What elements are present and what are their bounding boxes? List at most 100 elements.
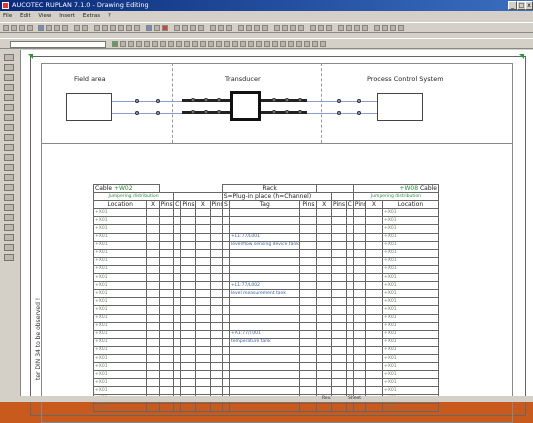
transducer-box[interactable] bbox=[230, 91, 261, 121]
trim-tool-icon[interactable] bbox=[4, 254, 14, 261]
rotate-tool-icon[interactable] bbox=[4, 234, 14, 241]
paste-icon[interactable] bbox=[62, 25, 68, 31]
zoom-icon[interactable] bbox=[38, 25, 44, 31]
draw-text-icon[interactable] bbox=[4, 94, 14, 101]
wire-lower-right[interactable] bbox=[307, 113, 377, 114]
report-icon[interactable] bbox=[310, 25, 316, 31]
cable-tool-icon[interactable] bbox=[200, 41, 206, 47]
draw-rect-icon[interactable] bbox=[4, 74, 14, 81]
table-icon[interactable] bbox=[126, 25, 132, 31]
nav-up-icon[interactable] bbox=[190, 25, 196, 31]
circle-tool-icon[interactable] bbox=[128, 41, 134, 47]
close-button[interactable]: x bbox=[525, 1, 533, 10]
table-row[interactable]: +X01 +L1:77/L001 +X01 bbox=[92, 232, 440, 242]
draw-line-icon[interactable] bbox=[4, 64, 14, 71]
wire-upper-right[interactable] bbox=[307, 101, 377, 102]
grid-icon[interactable] bbox=[94, 25, 100, 31]
polyline-tool-icon[interactable] bbox=[152, 41, 158, 47]
delete-tool-icon[interactable] bbox=[4, 224, 14, 231]
insert-cable-icon[interactable] bbox=[4, 164, 14, 171]
new-icon[interactable] bbox=[3, 25, 9, 31]
ortho-icon[interactable] bbox=[298, 25, 304, 31]
table-row[interactable]: +X01 +X01 bbox=[92, 216, 440, 226]
object-combo[interactable] bbox=[10, 41, 106, 48]
table-row[interactable]: +X01 +X01 bbox=[92, 248, 440, 258]
insert-symbol-icon[interactable] bbox=[4, 144, 14, 151]
wire-upper-left[interactable] bbox=[112, 101, 182, 102]
table-row[interactable]: +X01 level/flow sensing device tank +X01 bbox=[92, 240, 440, 250]
dimension-tool-icon[interactable] bbox=[168, 41, 174, 47]
arc-tool-icon[interactable] bbox=[136, 41, 142, 47]
insert-device-icon[interactable] bbox=[4, 184, 14, 191]
draw-poly-icon[interactable] bbox=[4, 114, 14, 121]
page-tool-icon[interactable] bbox=[272, 41, 278, 47]
field-device-box[interactable] bbox=[66, 93, 112, 121]
rect-tool-icon[interactable] bbox=[120, 41, 126, 47]
select-icon[interactable] bbox=[274, 25, 280, 31]
align-left-icon[interactable] bbox=[338, 25, 344, 31]
layer-icon[interactable] bbox=[102, 25, 108, 31]
table-row[interactable]: +X01 +X01 bbox=[92, 362, 440, 372]
scale-tool-icon[interactable] bbox=[4, 244, 14, 251]
replace-icon[interactable] bbox=[218, 25, 224, 31]
table-row[interactable]: +X01 level measurement tank +X01 bbox=[92, 289, 440, 299]
table-row[interactable]: +X01 +X01 bbox=[92, 353, 440, 364]
stop-icon[interactable] bbox=[162, 25, 168, 31]
location-tool-icon[interactable] bbox=[240, 41, 246, 47]
table-row[interactable]: +X01 +X01 bbox=[92, 273, 440, 283]
copy-icon[interactable] bbox=[54, 25, 60, 31]
table-row[interactable]: +X01 +X01 bbox=[92, 305, 440, 315]
draw-circle-icon[interactable] bbox=[4, 84, 14, 91]
insert-bus-icon[interactable] bbox=[4, 194, 14, 201]
open-icon[interactable] bbox=[11, 25, 17, 31]
frame-tool-icon[interactable] bbox=[280, 41, 286, 47]
distribute-icon[interactable] bbox=[362, 25, 368, 31]
menu-view[interactable]: View bbox=[35, 12, 54, 21]
pan-icon[interactable] bbox=[262, 25, 268, 31]
pcs-device-box[interactable] bbox=[377, 93, 423, 121]
symbol-tool-icon[interactable] bbox=[184, 41, 190, 47]
group-icon[interactable] bbox=[374, 25, 380, 31]
menu-extras[interactable]: Extras bbox=[80, 12, 103, 21]
cut-icon[interactable] bbox=[46, 25, 52, 31]
help-icon[interactable] bbox=[146, 25, 152, 31]
mirror-icon[interactable] bbox=[398, 25, 404, 31]
zoom-out-icon[interactable] bbox=[246, 25, 252, 31]
save-icon[interactable] bbox=[19, 25, 25, 31]
search-tool-icon[interactable] bbox=[304, 41, 310, 47]
terminal-tool-icon[interactable] bbox=[208, 41, 214, 47]
table-row[interactable]: +X01 +X01 bbox=[92, 297, 440, 307]
wire-lower-left[interactable] bbox=[112, 113, 182, 114]
symbol-icon[interactable] bbox=[110, 25, 116, 31]
table-row[interactable]: +X01 +X01 bbox=[92, 386, 440, 396]
snap-icon[interactable] bbox=[290, 25, 296, 31]
table-row[interactable]: +X01 +A1:77/T001 +X01 bbox=[92, 329, 440, 339]
table-row[interactable]: +X01 +L1:77/L002 +X01 bbox=[92, 281, 440, 291]
zoom-in-icon[interactable] bbox=[238, 25, 244, 31]
connect-tool-icon[interactable] bbox=[192, 41, 198, 47]
draw-arc-icon[interactable] bbox=[4, 104, 14, 111]
text-tool-icon[interactable] bbox=[144, 41, 150, 47]
table-row[interactable]: +X01 +X01 bbox=[92, 370, 440, 380]
export-icon[interactable] bbox=[318, 25, 324, 31]
menu-insert[interactable]: Insert bbox=[56, 12, 78, 21]
property-icon[interactable] bbox=[118, 25, 124, 31]
insert-plug-icon[interactable] bbox=[4, 174, 14, 181]
attribute-tool-icon[interactable] bbox=[296, 41, 302, 47]
copy-tool-icon[interactable] bbox=[4, 214, 14, 221]
bus-tool-icon[interactable] bbox=[256, 41, 262, 47]
drawing-canvas[interactable]: Field area Transducer Process Control Sy… bbox=[21, 50, 533, 423]
arrow-tool-icon[interactable] bbox=[160, 41, 166, 47]
potential-tool-icon[interactable] bbox=[248, 41, 254, 47]
import-icon[interactable] bbox=[326, 25, 332, 31]
print-icon[interactable] bbox=[27, 25, 33, 31]
pointer-tool-icon[interactable] bbox=[4, 54, 14, 61]
table-row[interactable]: +X01 +X01 bbox=[92, 321, 440, 331]
refresh-icon[interactable] bbox=[154, 25, 160, 31]
table-row[interactable]: +X01 +X01 bbox=[92, 378, 440, 388]
draw-dim-icon[interactable] bbox=[4, 124, 14, 131]
macro-tool-icon[interactable] bbox=[320, 41, 326, 47]
minimize-button[interactable]: _ bbox=[508, 1, 517, 10]
align-right-icon[interactable] bbox=[354, 25, 360, 31]
move-icon[interactable] bbox=[4, 204, 14, 211]
